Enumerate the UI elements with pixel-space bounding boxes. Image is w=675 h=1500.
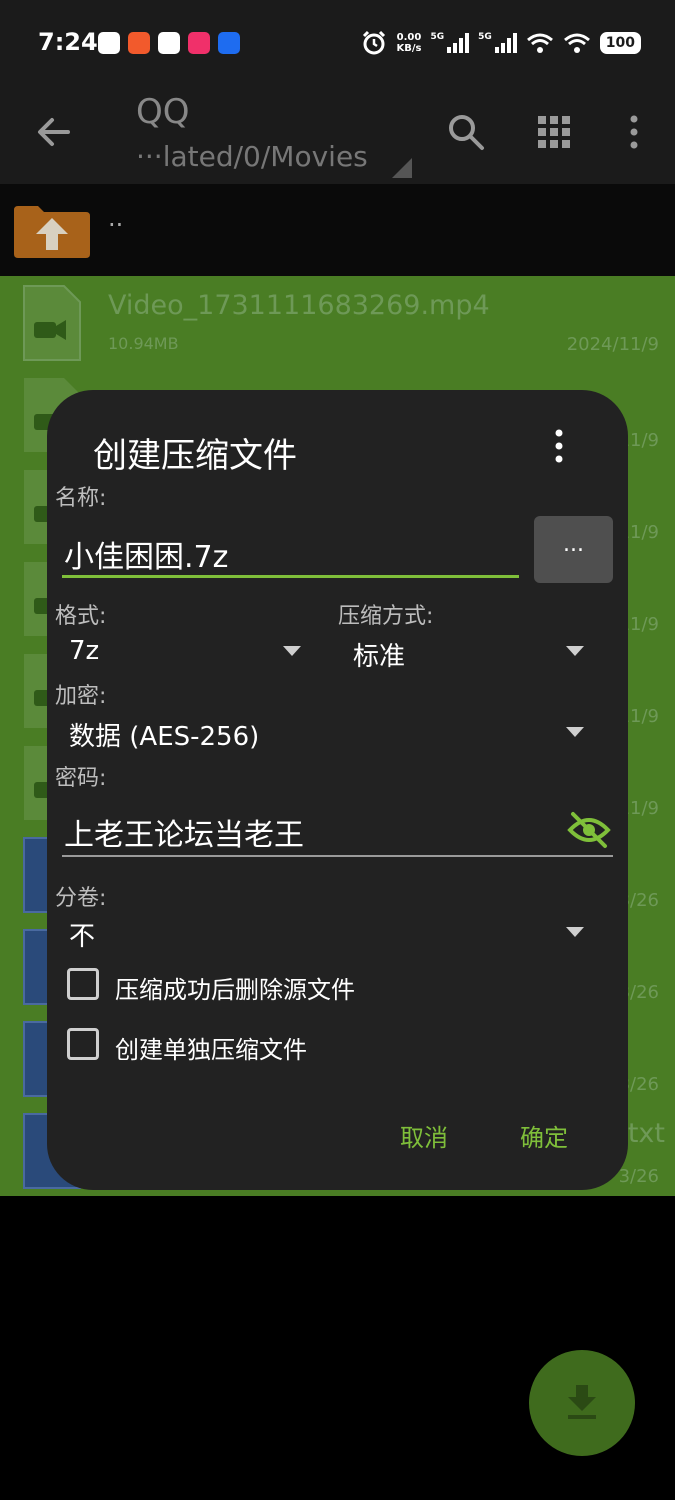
status-indicators: 0.00 KB/s 5G 5G 100: [361, 30, 641, 56]
password-input[interactable]: 上老王论坛当老王: [64, 810, 304, 854]
app-icon: [188, 32, 210, 54]
name-label: 名称:: [55, 486, 107, 511]
separate-archives-label[interactable]: 创建单独压缩文件: [115, 1030, 307, 1065]
create-archive-dialog: 创建压缩文件 名称: 小佳困困.7z ... 格式: 7z 压缩方式: 标准 加…: [47, 390, 628, 1190]
file-date: 2024/11/9: [566, 334, 659, 355]
format-dropdown-icon[interactable]: [283, 646, 301, 656]
split-dropdown-icon[interactable]: [566, 927, 584, 937]
method-dropdown-icon[interactable]: [566, 646, 584, 656]
parent-label: ..: [108, 204, 124, 232]
search-icon[interactable]: [444, 110, 488, 154]
visibility-off-icon[interactable]: [567, 810, 611, 850]
ok-button[interactable]: 确定: [520, 1118, 568, 1153]
encrypt-select[interactable]: 数据 (AES-256): [69, 716, 259, 753]
app-icon: [98, 32, 120, 54]
app-icon: [158, 32, 180, 54]
signal-icon: [447, 33, 470, 53]
password-input-underline: [62, 855, 613, 857]
taobao-icon: [128, 32, 150, 54]
more-vert-icon[interactable]: [620, 112, 648, 152]
extract-fab-button[interactable]: [529, 1350, 635, 1456]
method-label: 压缩方式:: [338, 604, 434, 629]
battery-indicator: 100: [599, 32, 641, 54]
folder-title: QQ: [136, 92, 190, 132]
method-select[interactable]: 标准: [353, 636, 405, 673]
encrypt-label: 加密:: [55, 684, 107, 709]
split-label: 分卷:: [55, 886, 107, 911]
folder-path[interactable]: ···lated/0/Movies: [136, 140, 368, 173]
dialog-title: 创建压缩文件: [93, 436, 297, 476]
net-speed: 0.00 KB/s: [396, 32, 422, 54]
status-time: 7:24: [38, 28, 98, 56]
file-size: 10.94MB: [108, 334, 179, 353]
signal-icon: [494, 33, 517, 53]
file-row[interactable]: Video_1731111683269.mp4 10.94MB 2024/11/…: [0, 276, 675, 368]
delete-source-checkbox[interactable]: [67, 968, 99, 1000]
folder-up-icon: [14, 206, 90, 258]
status-app-icons: [98, 32, 240, 54]
wifi-plus-icon: [526, 33, 553, 53]
split-select[interactable]: 不: [69, 916, 95, 953]
more-vert-icon[interactable]: [547, 426, 571, 466]
encrypt-dropdown-icon[interactable]: [566, 727, 584, 737]
name-input-underline: [62, 575, 519, 578]
delete-source-label[interactable]: 压缩成功后删除源文件: [115, 970, 355, 1005]
download-icon: [568, 1385, 596, 1419]
app-icon: [218, 32, 240, 54]
format-label: 格式:: [55, 604, 107, 629]
alarm-icon: [363, 30, 386, 55]
video-file-icon: [23, 285, 81, 361]
grid-view-icon[interactable]: [536, 114, 572, 150]
toolbar: QQ ···lated/0/Movies: [0, 88, 675, 184]
password-label: 密码:: [55, 766, 107, 791]
file-name-suffix: txt: [627, 1118, 665, 1149]
separate-archives-checkbox[interactable]: [67, 1028, 99, 1060]
status-bar: 7:24 0.00 KB/s 5G 5G 100: [0, 0, 675, 88]
format-select[interactable]: 7z: [69, 636, 99, 666]
browse-button[interactable]: ...: [534, 516, 613, 583]
path-dropdown-icon[interactable]: [392, 158, 412, 178]
wifi-icon: [563, 33, 590, 53]
file-date: 3/26: [618, 1166, 659, 1187]
cancel-button[interactable]: 取消: [400, 1118, 448, 1153]
back-arrow-icon[interactable]: [32, 110, 76, 154]
parent-folder-row[interactable]: ..: [0, 184, 675, 276]
file-name: Video_1731111683269.mp4: [108, 290, 490, 321]
archive-name-input[interactable]: 小佳困困.7z: [64, 532, 228, 576]
